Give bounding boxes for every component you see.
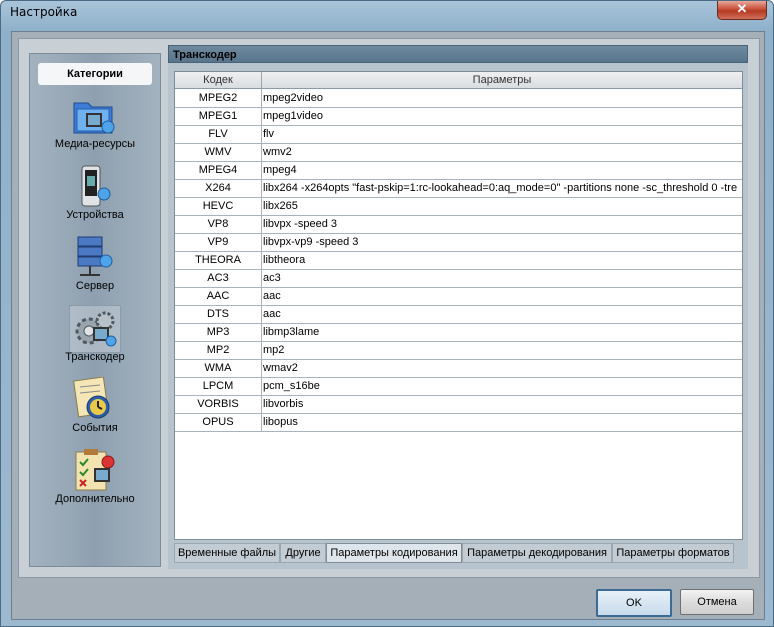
transcoder-panel: Транскодер Кодек Параметры MPEG2 mpeg2vid… [168, 45, 748, 569]
sidebar-item-transcoder[interactable]: Транскодер [32, 303, 158, 373]
codec-cell: THEORA [175, 251, 262, 269]
table-row[interactable]: FLV flv [175, 125, 742, 144]
params-cell[interactable]: libvpx-vp9 -speed 3 [263, 233, 741, 251]
codec-cell: MPEG2 [175, 89, 262, 107]
categories-sidebar: Категории Медиа-ресурсы Устройства Серве… [29, 53, 161, 567]
tab-other[interactable]: Другие [280, 543, 326, 563]
codec-cell: HEVC [175, 197, 262, 215]
sidebar-item-media-resources[interactable]: Медиа-ресурсы [32, 90, 158, 160]
panel-title-bar: Транскодер [168, 45, 748, 63]
sidebar-item-label: Сервер [75, 280, 115, 292]
codec-cell: AC3 [175, 269, 262, 287]
tab-encoding-params[interactable]: Параметры кодирования [326, 543, 462, 563]
title-bar[interactable]: Настройка ✕ [1, 1, 773, 25]
sidebar-item-server[interactable]: Сервер [32, 232, 158, 302]
table-row[interactable]: HEVC libx265 [175, 197, 742, 216]
params-cell[interactable]: mpeg4 [263, 161, 741, 179]
params-cell[interactable]: aac [263, 287, 741, 305]
table-row[interactable]: THEORA libtheora [175, 251, 742, 270]
params-cell[interactable]: mpeg1video [263, 107, 741, 125]
table-row[interactable]: VP9 libvpx-vp9 -speed 3 [175, 233, 742, 252]
content-frame: Категории Медиа-ресурсы Устройства Серве… [18, 38, 760, 578]
cancel-button[interactable]: Отмена [680, 589, 754, 615]
ok-button[interactable]: OK [596, 589, 672, 617]
sidebar-item-advanced[interactable]: Дополнительно [32, 445, 158, 515]
params-cell[interactable]: wmav2 [263, 359, 741, 377]
codec-cell: MP2 [175, 341, 262, 359]
advanced-checklist-icon [69, 447, 119, 493]
table-row[interactable]: WMA wmav2 [175, 359, 742, 378]
server-icon [69, 234, 119, 280]
column-header-codec[interactable]: Кодек [175, 72, 262, 88]
settings-window: Настройка ✕ Категории Медиа-ресурсы Устр… [0, 0, 774, 627]
panel-title: Транскодер [173, 49, 237, 61]
params-cell[interactable]: libx265 [263, 197, 741, 215]
table-row[interactable]: MP3 libmp3lame [175, 323, 742, 342]
transcoder-gear-icon [69, 305, 121, 353]
sidebar-item-label: Дополнительно [55, 493, 135, 505]
params-cell[interactable]: mpeg2video [263, 89, 741, 107]
table-row[interactable]: MPEG1 mpeg1video [175, 107, 742, 126]
table-row[interactable]: OPUS libopus [175, 413, 742, 432]
codec-cell: MPEG4 [175, 161, 262, 179]
params-cell[interactable]: libvpx -speed 3 [263, 215, 741, 233]
media-folder-icon [69, 92, 119, 138]
table-row[interactable]: AC3 ac3 [175, 269, 742, 288]
table-row[interactable]: MP2 mp2 [175, 341, 742, 360]
codec-cell: FLV [175, 125, 262, 143]
table-row[interactable]: LPCM pcm_s16be [175, 377, 742, 396]
sidebar-item-label: Транскодер [65, 351, 125, 363]
close-button[interactable]: ✕ [717, 1, 767, 20]
tab-format-params[interactable]: Параметры форматов [612, 543, 734, 563]
codec-cell: MP3 [175, 323, 262, 341]
table-row[interactable]: WMV wmv2 [175, 143, 742, 162]
table-row[interactable]: X264 libx264 -x264opts "fast-pskip=1:rc-l… [175, 179, 742, 198]
codec-cell: X264 [175, 179, 262, 197]
table-row[interactable]: MPEG2 mpeg2video [175, 89, 742, 108]
tab-temp-files[interactable]: Временные файлы [174, 543, 280, 563]
sidebar-item-label: События [72, 422, 118, 434]
sidebar-item-label: Медиа-ресурсы [54, 138, 136, 150]
table-row[interactable]: AAC aac [175, 287, 742, 306]
codec-cell: WMA [175, 359, 262, 377]
params-cell[interactable]: mp2 [263, 341, 741, 359]
tab-strip: Временные файлы Другие Параметры кодиров… [174, 543, 741, 563]
dialog-client-area: Категории Медиа-ресурсы Устройства Серве… [11, 31, 765, 620]
params-cell[interactable]: libmp3lame [263, 323, 741, 341]
table-row[interactable]: VP8 libvpx -speed 3 [175, 215, 742, 234]
sidebar-item-label: Устройства [66, 209, 124, 221]
params-cell[interactable]: ac3 [263, 269, 741, 287]
codec-cell: MPEG1 [175, 107, 262, 125]
params-cell[interactable]: libtheora [263, 251, 741, 269]
codec-cell: VORBIS [175, 395, 262, 413]
codec-cell: OPUS [175, 413, 262, 431]
tab-decoding-params[interactable]: Параметры декодирования [462, 543, 612, 563]
codec-cell: LPCM [175, 377, 262, 395]
params-cell[interactable]: libx264 -x264opts "fast-pskip=1:rc-looka… [263, 179, 741, 197]
codec-cell: VP9 [175, 233, 262, 251]
table-row[interactable]: MPEG4 mpeg4 [175, 161, 742, 180]
sidebar-item-events[interactable]: События [32, 374, 158, 444]
window-title: Настройка [10, 5, 78, 19]
table-header: Кодек Параметры [175, 72, 742, 89]
params-cell[interactable]: libopus [263, 413, 741, 431]
params-cell[interactable]: flv [263, 125, 741, 143]
column-header-params[interactable]: Параметры [262, 72, 742, 88]
params-cell[interactable]: libvorbis [263, 395, 741, 413]
close-icon: ✕ [736, 1, 748, 16]
codec-cell: WMV [175, 143, 262, 161]
codec-cell: AAC [175, 287, 262, 305]
codec-cell: DTS [175, 305, 262, 323]
params-cell[interactable]: wmv2 [263, 143, 741, 161]
devices-icon [69, 163, 119, 209]
sidebar-item-devices[interactable]: Устройства [32, 161, 158, 231]
codec-table[interactable]: Кодек Параметры MPEG2 mpeg2video MPEG1 mpeg… [174, 71, 743, 540]
params-cell[interactable]: aac [263, 305, 741, 323]
table-row[interactable]: VORBIS libvorbis [175, 395, 742, 414]
table-row[interactable]: DTS aac [175, 305, 742, 324]
params-cell[interactable]: pcm_s16be [263, 377, 741, 395]
codec-cell: VP8 [175, 215, 262, 233]
events-icon [69, 376, 119, 422]
categories-header: Категории [38, 63, 152, 85]
